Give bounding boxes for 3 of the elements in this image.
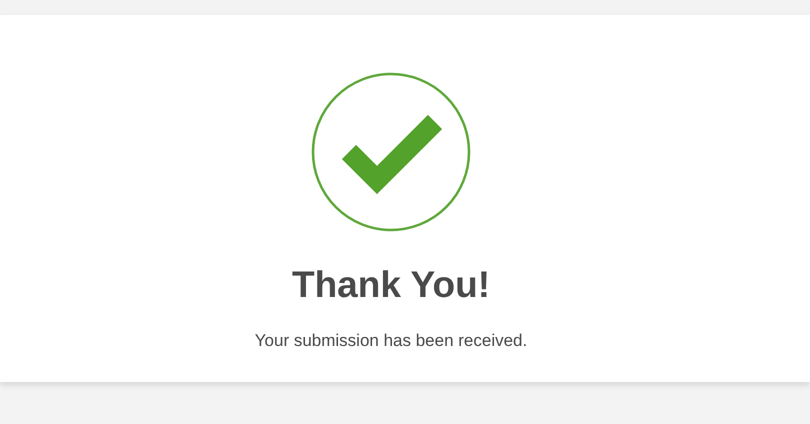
check-circle-icon	[311, 72, 471, 232]
confirmation-message: Your submission has been received.	[254, 330, 528, 352]
thank-you-heading: Thank You!	[292, 263, 490, 307]
